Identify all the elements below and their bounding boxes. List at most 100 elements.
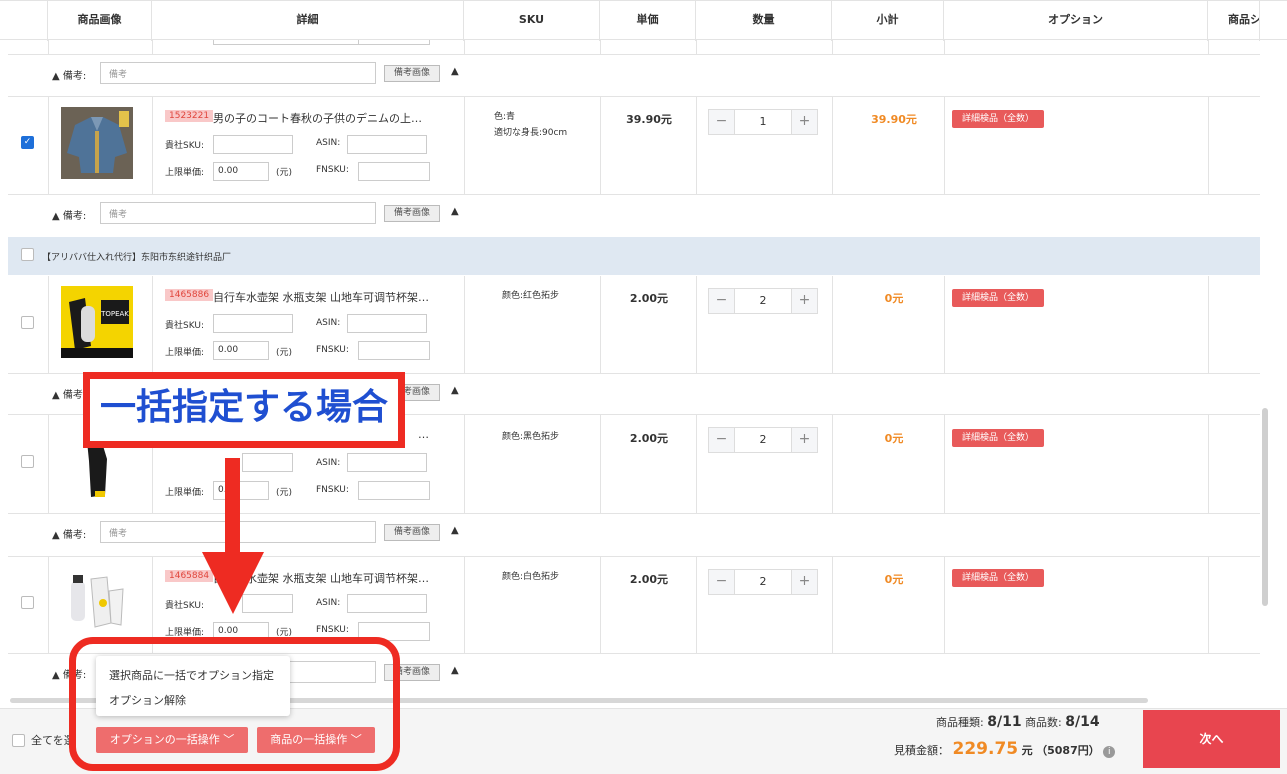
header-detail: 詳細 (152, 1, 464, 41)
note-row: ▲ 備考: 備考 備考画像 ▲ (8, 55, 1260, 96)
types-value: 8/11 (987, 714, 1022, 730)
col-divider (48, 415, 49, 513)
col-divider (152, 40, 153, 55)
asin-input[interactable] (347, 594, 427, 613)
product-id-badge[interactable]: 1465886 (165, 289, 214, 301)
col-divider (48, 40, 49, 55)
collapse-triangle-icon[interactable]: ▲ (451, 385, 459, 396)
decrement-button[interactable]: − (709, 570, 735, 594)
col-divider (48, 276, 49, 373)
select-all-checkbox[interactable] (12, 734, 25, 747)
unit-price: 2.00元 (629, 573, 669, 586)
decrement-button[interactable]: − (709, 428, 735, 452)
asin-label: ASIN: (316, 318, 341, 328)
header-quantity: 数量 (696, 1, 832, 41)
asin-label: ASIN: (316, 598, 341, 608)
collapse-triangle-icon[interactable]: ▲ (451, 665, 459, 676)
increment-button[interactable]: + (791, 570, 817, 594)
header-product-more: 商品シ (1208, 1, 1260, 41)
info-icon[interactable]: i (1103, 746, 1116, 758)
collapse-triangle-icon[interactable]: ▲ (451, 206, 459, 217)
quantity-value[interactable]: 2 (735, 570, 791, 594)
product-id-badge[interactable]: 1523221 (165, 110, 214, 122)
fnsku-input[interactable] (358, 162, 430, 181)
quantity-stepper: − 2 + (708, 569, 818, 595)
header-unit-price: 単価 (600, 1, 696, 41)
product-name[interactable]: 男の子のコート春秋の子供のデニムの上… (213, 110, 422, 126)
fnsku-input[interactable] (358, 341, 430, 360)
annotation-highlight-frame (69, 637, 400, 771)
vertical-scrollbar[interactable] (1262, 408, 1268, 606)
max-price-input[interactable]: 0.00 (213, 162, 269, 181)
note-input[interactable]: 備考 (100, 202, 376, 224)
estimate-label: 見積金額： (894, 744, 949, 757)
product-name[interactable]: 自行车水壶架 水瓶支架 山地车可调节杯架… (213, 289, 429, 305)
group-checkbox[interactable] (21, 248, 34, 261)
unit-price: 39.90元 (626, 113, 672, 126)
increment-button[interactable]: + (791, 289, 817, 313)
option-tag-button[interactable]: 詳細検品（全数） (952, 429, 1044, 447)
supplier-name: 【アリババ仕入れ代行】东阳市东织途针织品厂 (42, 253, 232, 263)
estimate-jpy: （5087円） (1036, 744, 1100, 757)
option-tag-button[interactable]: 詳細検品（全数） (952, 569, 1044, 587)
product-row: ✓ 1523221 男の子のコート春秋の子供のデニムの上… 貴社SKU: ASI… (8, 97, 1260, 194)
row-checkbox[interactable] (21, 316, 34, 329)
annotation-arrow-icon (202, 458, 264, 614)
increment-button[interactable]: + (791, 110, 817, 134)
quantity-value[interactable]: 1 (735, 110, 791, 134)
note-label: ▲ 備考: (52, 530, 87, 541)
asin-input[interactable] (347, 135, 427, 154)
asin-input[interactable] (347, 314, 427, 333)
option-tag-button[interactable]: 詳細検品（全数） (952, 289, 1044, 307)
row-checkbox[interactable]: ✓ (21, 136, 34, 149)
product-name[interactable]: … (418, 428, 429, 441)
product-row: TOPEAK 1465886 自行车水壶架 水瓶支架 山地车可调节杯架… 貴社S… (8, 276, 1260, 373)
col-divider (832, 40, 833, 55)
col-divider (600, 40, 601, 55)
supplier-group-row: 【アリババ仕入れ代行】东阳市东织途针织品厂 (8, 237, 1260, 275)
max-price-label: 上限単価: (165, 168, 205, 178)
quantity-value[interactable]: 2 (735, 428, 791, 452)
col-divider (944, 276, 945, 373)
note-input[interactable]: 備考 (100, 62, 376, 84)
row-checkbox[interactable] (21, 596, 34, 609)
asin-label: ASIN: (316, 138, 341, 148)
row-checkbox[interactable] (21, 455, 34, 468)
page: 商品画像 詳細 SKU 単価 数量 小計 オプション 商品シ ▲ 備考: 備考 … (0, 0, 1287, 774)
note-label: ▲ 備考: (52, 211, 87, 222)
col-divider (1208, 40, 1209, 55)
col-divider (696, 40, 697, 55)
header-sku: SKU (464, 1, 600, 41)
count-label: 商品数: (1025, 716, 1062, 729)
col-divider (48, 557, 49, 653)
next-button[interactable]: 次へ (1143, 710, 1280, 768)
note-image-button[interactable]: 備考画像 (384, 524, 440, 541)
quantity-value[interactable]: 2 (735, 289, 791, 313)
subtotal: 39.90元 (871, 113, 917, 126)
quantity-stepper: − 2 + (708, 288, 818, 314)
fnsku-label: FNSKU: (316, 485, 349, 495)
col-divider (696, 276, 697, 373)
sku-info: 颜色:黑色拓步 (502, 429, 559, 445)
svg-text:TOPEAK: TOPEAK (100, 310, 129, 318)
decrement-button[interactable]: − (709, 289, 735, 313)
quantity-stepper: − 1 + (708, 109, 818, 135)
decrement-button[interactable]: − (709, 110, 735, 134)
estimate-unit: 元 (1021, 744, 1033, 757)
sku-info: 颜色:红色拓步 (502, 288, 559, 304)
note-image-button[interactable]: 備考画像 (384, 65, 440, 82)
max-price-label: 上限単価: (165, 348, 205, 358)
fnsku-input[interactable] (358, 481, 430, 500)
option-tag-button[interactable]: 詳細検品（全数） (952, 110, 1044, 128)
unit-price: 2.00元 (629, 432, 669, 445)
note-image-button[interactable]: 備考画像 (384, 205, 440, 222)
asin-input[interactable] (347, 453, 427, 472)
company-sku-input[interactable] (213, 314, 293, 333)
collapse-triangle-icon[interactable]: ▲ (451, 525, 459, 536)
max-price-input[interactable]: 0.00 (213, 341, 269, 360)
increment-button[interactable]: + (791, 428, 817, 452)
company-sku-input[interactable] (213, 135, 293, 154)
asin-label: ASIN: (316, 458, 341, 468)
estimate-total: 見積金額： 229.75 元 （5087円） i (894, 739, 1116, 759)
collapse-triangle-icon[interactable]: ▲ (451, 66, 459, 77)
